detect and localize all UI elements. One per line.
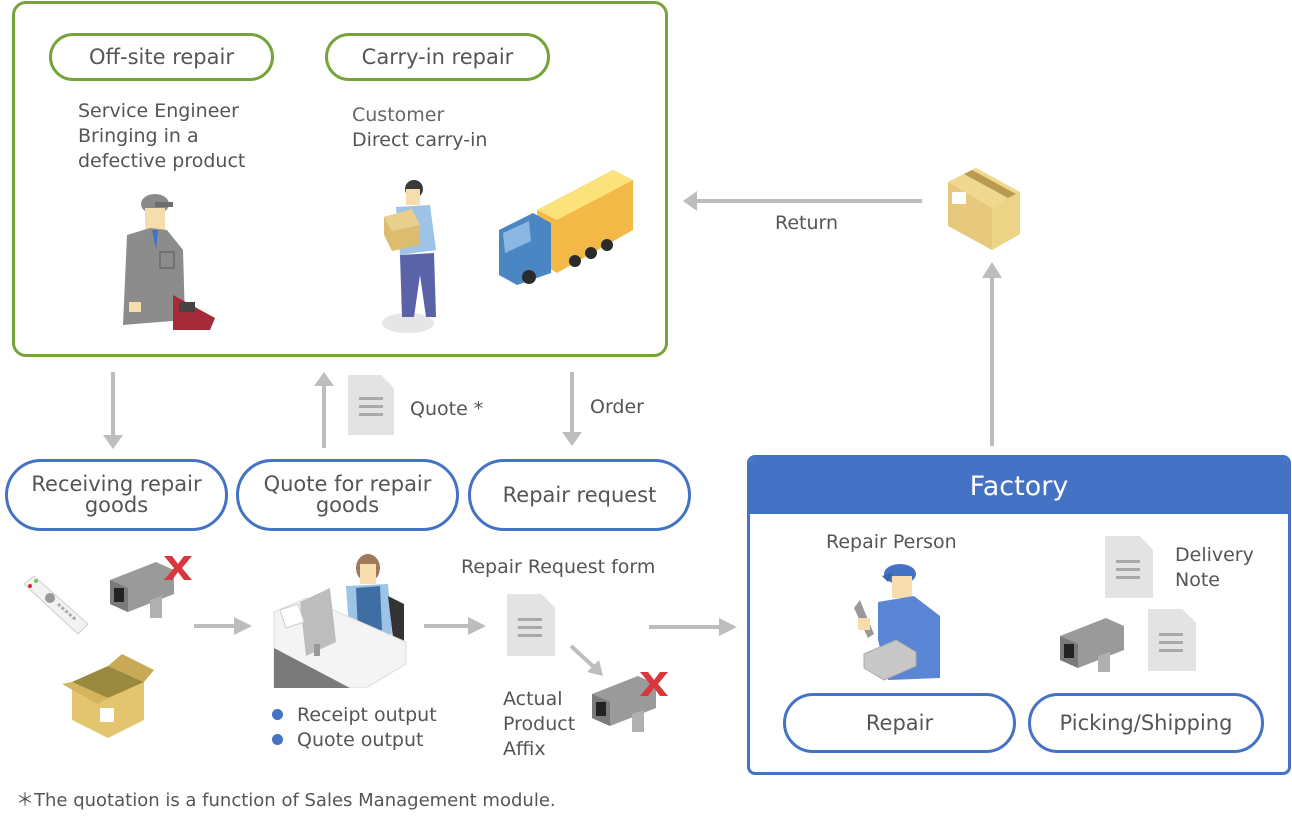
repair-request-form-document-icon	[507, 594, 555, 656]
output-item: Quote output	[270, 727, 437, 752]
factory-title: Factory	[750, 458, 1288, 514]
shipping-document-icon	[1148, 609, 1196, 671]
quote-label: Quote *	[410, 398, 484, 420]
defective-camera-icon	[110, 556, 192, 618]
return-arrow-head-icon	[683, 191, 697, 211]
down-arrow-head-icon	[103, 435, 123, 449]
return-arrow	[694, 199, 922, 203]
bullet-icon	[272, 709, 283, 720]
return-label: Return	[775, 212, 839, 234]
order-label: Order	[590, 396, 644, 418]
up-arrow-head-icon	[982, 262, 1002, 278]
quote-up-arrow	[322, 384, 326, 448]
request-to-factory-arrow	[649, 625, 721, 629]
step-receiving-repair-goods: Receiving repair goods	[5, 459, 228, 531]
step-repair-request: Repair request	[468, 459, 691, 531]
step-picking-shipping: Picking/Shipping	[1028, 693, 1264, 753]
actual-product-affix-label: Actual Product Affix	[503, 688, 576, 760]
delivery-truck-icon	[499, 170, 633, 285]
bullet-icon	[272, 734, 283, 745]
repair-person-icon	[854, 564, 940, 681]
right-arrow-head-icon	[234, 617, 252, 635]
reception-outputs-list: Receipt output Quote output	[270, 702, 437, 752]
order-down-arrow	[570, 372, 574, 434]
offsite-description: Service Engineer Bringing in a defective…	[78, 100, 246, 172]
open-cardboard-box-icon	[62, 654, 154, 738]
repair-person-label: Repair Person	[826, 531, 957, 553]
step-repair: Repair	[783, 693, 1016, 753]
factory-to-return-arrow	[990, 276, 994, 446]
service-engineer-icon	[123, 194, 215, 330]
footnote: ＊The quotation is a function of Sales Ma…	[16, 790, 556, 811]
receptionist-at-desk-icon	[273, 554, 407, 688]
delivery-note-document-icon	[1105, 536, 1153, 598]
defective-camera-icon	[592, 672, 668, 732]
shipping-box-icon	[948, 168, 1020, 250]
carryin-description-line1: Customer	[352, 104, 445, 126]
delivery-note-label: Delivery Note	[1175, 544, 1254, 591]
offsite-repair-label: Off-site repair	[49, 33, 274, 81]
quote-document-icon	[348, 375, 394, 435]
output-item: Receipt output	[270, 702, 437, 727]
receive-to-reception-arrow	[194, 624, 236, 628]
down-arrow-head-icon	[562, 432, 582, 446]
customer-carrying-box-icon	[382, 180, 436, 333]
receive-down-arrow	[111, 372, 115, 438]
repaired-camera-icon	[1060, 618, 1124, 672]
step-quote-repair-goods: Quote for repair goods	[236, 459, 459, 531]
remote-control-icon	[23, 575, 89, 635]
up-arrow-head-icon	[314, 372, 334, 386]
carryin-repair-label: Carry-in repair	[325, 33, 550, 81]
reception-to-form-arrow	[424, 624, 470, 628]
carryin-description-line2: Direct carry-in	[352, 129, 488, 151]
right-arrow-head-icon	[719, 618, 737, 636]
right-arrow-head-icon	[468, 617, 486, 635]
repair-request-form-label: Repair Request form	[461, 556, 656, 578]
